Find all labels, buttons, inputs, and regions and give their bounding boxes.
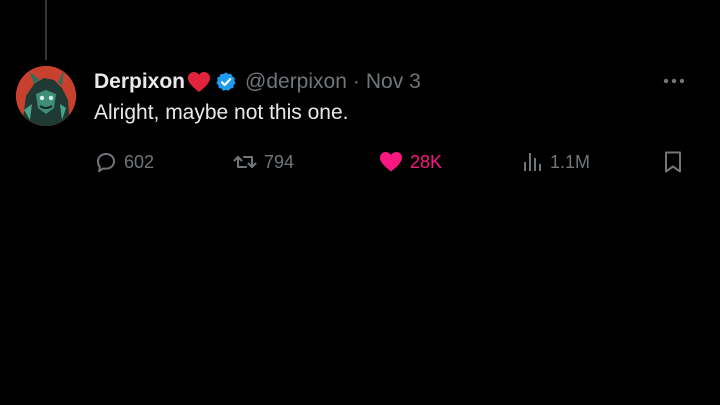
more-options-button[interactable] — [660, 68, 688, 94]
like-count: 28K — [410, 151, 443, 172]
bookmark-icon — [665, 151, 681, 173]
reply-count: 602 — [124, 151, 155, 172]
author-handle[interactable]: @derpixon — [245, 70, 347, 94]
bookmark-button[interactable] — [662, 148, 684, 176]
like-button[interactable]: 28K — [378, 148, 442, 176]
retweet-count: 794 — [264, 151, 295, 172]
avatar[interactable] — [16, 66, 76, 126]
reply-icon — [97, 153, 115, 173]
avatar-image — [16, 66, 76, 126]
more-icon — [663, 78, 685, 84]
retweet-icon — [233, 156, 257, 168]
red-heart-emoji-icon — [187, 71, 211, 93]
views-icon — [524, 153, 541, 171]
views-count: 1.1M — [550, 151, 591, 172]
tweet-text: Alright, maybe not this one. — [94, 101, 349, 124]
separator-dot: · — [352, 70, 360, 93]
tweet-date[interactable]: Nov 3 — [366, 70, 421, 94]
author-name[interactable]: Derpixon — [94, 70, 185, 94]
heart-icon — [380, 152, 402, 172]
tweet-action-bar: 602 794 28K 1.1M — [94, 148, 694, 176]
views-button[interactable]: 1.1M — [522, 148, 590, 176]
reply-button[interactable]: 602 — [94, 148, 154, 176]
verified-badge-icon — [215, 71, 237, 93]
thread-connector-line — [45, 0, 47, 60]
tweet-header: Derpixon @derpixon · Nov 3 — [94, 68, 421, 96]
retweet-button[interactable]: 794 — [232, 148, 294, 176]
